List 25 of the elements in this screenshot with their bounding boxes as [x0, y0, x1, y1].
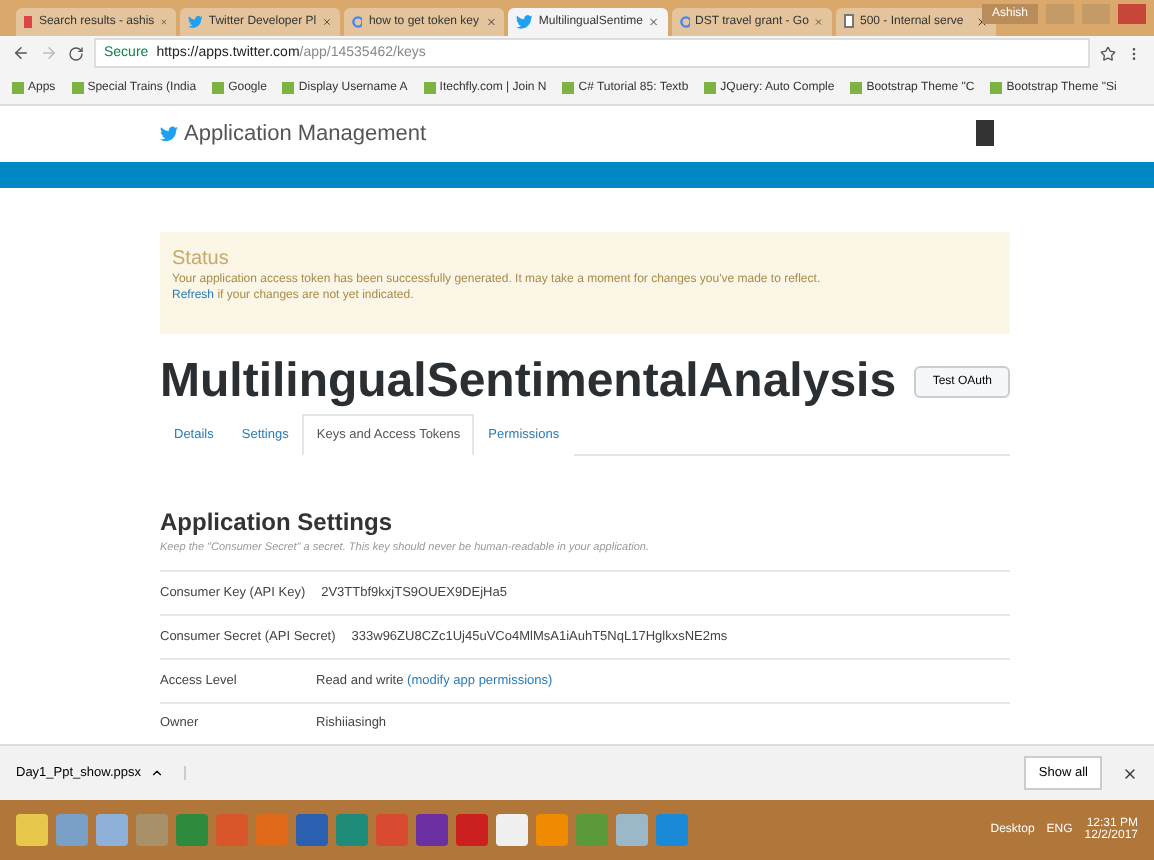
star-icon[interactable]: [1100, 45, 1116, 62]
bird-icon: [160, 125, 178, 142]
header-title: Application Management: [184, 121, 427, 146]
caret-icon[interactable]: [149, 766, 164, 781]
taskbar-app-icon[interactable]: [616, 814, 648, 847]
back-arrow-icon[interactable]: [12, 44, 30, 63]
bird-icon: [516, 13, 533, 30]
forward-arrow-icon[interactable]: [40, 44, 58, 63]
status-heading: Status: [172, 247, 231, 270]
close-button[interactable]: [1118, 4, 1146, 24]
settings-heading: Application Settings: [160, 507, 395, 540]
taskbar-app-icon[interactable]: [496, 814, 528, 847]
page-icon: [844, 14, 854, 29]
taskbar-app-icon[interactable]: [16, 814, 48, 847]
avatar-silhouette[interactable]: [976, 120, 994, 147]
taskbar-app-icon[interactable]: [416, 814, 448, 847]
taskbar-app-icon[interactable]: [296, 814, 328, 847]
bird-icon: [188, 13, 203, 30]
taskbar-app-icon[interactable]: [536, 814, 568, 847]
reload-icon[interactable]: [68, 45, 84, 62]
app-name: MultilingualSentimentalAnalysis: [160, 353, 897, 410]
taskbar-app-icon[interactable]: [456, 814, 488, 847]
taskbar-app-icon[interactable]: [96, 814, 128, 847]
taskbar-app-icon[interactable]: [56, 814, 88, 847]
close-icon[interactable]: [1122, 765, 1138, 782]
